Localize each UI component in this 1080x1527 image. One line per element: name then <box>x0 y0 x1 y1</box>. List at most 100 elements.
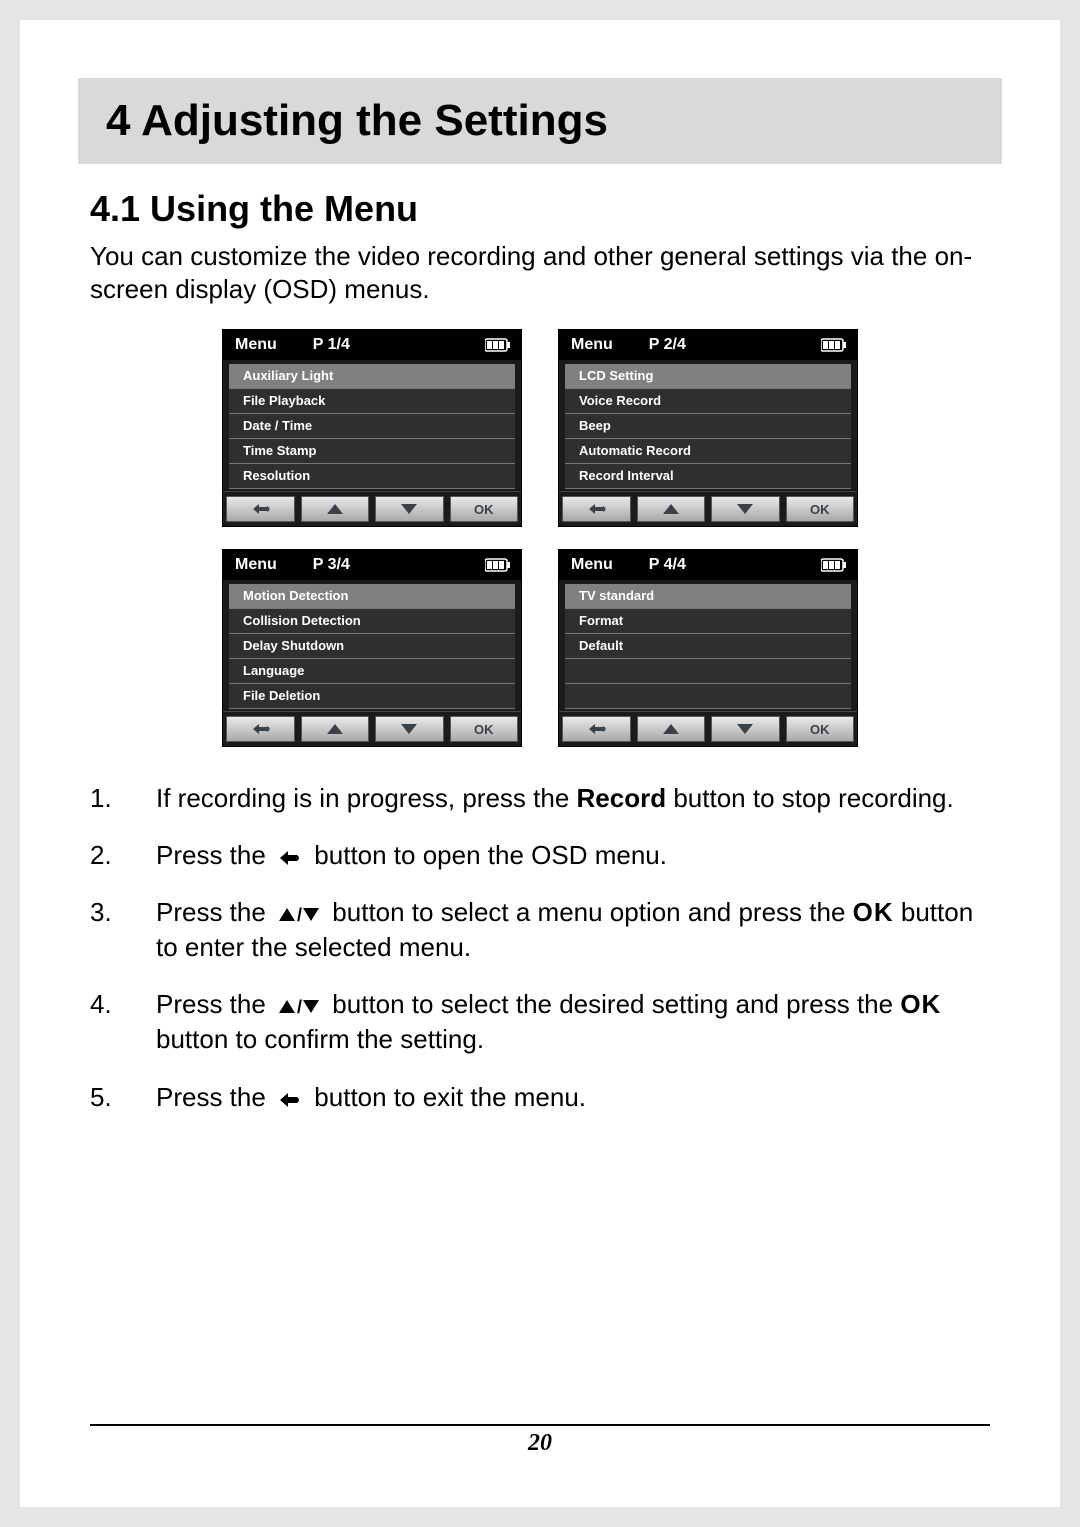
svg-text:/: / <box>297 906 302 924</box>
osd-page-indicator: P 3/4 <box>313 556 350 574</box>
page-number: 20 <box>528 1430 552 1456</box>
osd-item-default[interactable]: Default <box>565 634 851 659</box>
ok-label: OK <box>474 722 494 737</box>
osd-item-format[interactable]: Format <box>565 609 851 634</box>
back-arrow-icon <box>277 1091 303 1109</box>
battery-icon <box>485 338 511 352</box>
osd-header: Menu P 4/4 <box>559 550 857 580</box>
osd-item-delay-shutdown[interactable]: Delay Shutdown <box>229 634 515 659</box>
osd-footer: OK <box>223 491 521 526</box>
step-2: 2. Press the button to open the OSD menu… <box>90 838 990 873</box>
osd-item-file-deletion[interactable]: File Deletion <box>229 684 515 709</box>
osd-back-button[interactable] <box>562 496 631 522</box>
osd-item-automatic-record[interactable]: Automatic Record <box>565 439 851 464</box>
osd-item-lcd-setting[interactable]: LCD Setting <box>565 364 851 389</box>
step-5: 5. Press the button to exit the menu. <box>90 1080 990 1115</box>
chapter-title: 4 Adjusting the Settings <box>106 96 984 146</box>
osd-item-motion-detection[interactable]: Motion Detection <box>229 584 515 609</box>
step-3: 3. Press the / button to select a menu o… <box>90 895 990 965</box>
triangle-up-icon <box>662 723 680 735</box>
triangle-down-icon <box>736 723 754 735</box>
battery-icon <box>821 338 847 352</box>
triangle-down-icon <box>736 503 754 515</box>
triangle-down-icon <box>400 503 418 515</box>
osd-up-button[interactable] <box>301 716 370 742</box>
step-1: 1. If recording is in progress, press th… <box>90 781 990 816</box>
document-page: 4 Adjusting the Settings 4.1 Using the M… <box>20 20 1060 1507</box>
osd-footer: OK <box>559 491 857 526</box>
osd-menu-p3: Menu P 3/4 Motion Detection Collision De… <box>222 549 522 747</box>
osd-header: Menu P 1/4 <box>223 330 521 360</box>
osd-row-2: Menu P 3/4 Motion Detection Collision De… <box>222 549 858 747</box>
osd-ok-button[interactable]: OK <box>786 496 855 522</box>
osd-back-button[interactable] <box>562 716 631 742</box>
osd-page-indicator: P 2/4 <box>649 336 686 354</box>
osd-item-auxiliary-light[interactable]: Auxiliary Light <box>229 364 515 389</box>
osd-item-file-playback[interactable]: File Playback <box>229 389 515 414</box>
ok-label: OK <box>474 502 494 517</box>
osd-item-record-interval[interactable]: Record Interval <box>565 464 851 489</box>
osd-up-button[interactable] <box>637 496 706 522</box>
page-footer: 20 <box>90 1424 990 1457</box>
osd-list: Auxiliary Light File Playback Date / Tim… <box>223 360 521 491</box>
triangle-up-icon <box>326 723 344 735</box>
ok-icon: OK <box>853 897 894 927</box>
osd-item-collision-detection[interactable]: Collision Detection <box>229 609 515 634</box>
osd-menu-label: Menu <box>235 556 277 574</box>
osd-item-language[interactable]: Language <box>229 659 515 684</box>
osd-down-button[interactable] <box>375 716 444 742</box>
osd-menu-label: Menu <box>235 336 277 354</box>
osd-item-blank <box>565 659 851 684</box>
step-text: Press the button to open the OSD menu. <box>156 838 667 873</box>
battery-icon <box>821 558 847 572</box>
osd-item-resolution[interactable]: Resolution <box>229 464 515 489</box>
back-arrow-icon <box>277 849 303 867</box>
osd-menu-label: Menu <box>571 336 613 354</box>
triangle-down-icon <box>400 723 418 735</box>
osd-item-tv-standard[interactable]: TV standard <box>565 584 851 609</box>
osd-down-button[interactable] <box>375 496 444 522</box>
back-arrow-icon <box>250 502 270 516</box>
section-title: 4.1 Using the Menu <box>90 188 990 230</box>
osd-list: TV standard Format Default <box>559 580 857 711</box>
osd-down-button[interactable] <box>711 716 780 742</box>
intro-paragraph: You can customize the video recording an… <box>90 240 990 305</box>
osd-footer: OK <box>223 711 521 746</box>
step-text: Press the / button to select a menu opti… <box>156 895 990 965</box>
osd-ok-button[interactable]: OK <box>450 496 519 522</box>
triangle-up-down-icon: / <box>277 998 321 1016</box>
back-arrow-icon <box>586 722 606 736</box>
svg-text:/: / <box>297 998 302 1016</box>
step-text: If recording is in progress, press the R… <box>156 781 954 816</box>
osd-menu-p1: Menu P 1/4 Auxiliary Light File Playback… <box>222 329 522 527</box>
osd-down-button[interactable] <box>711 496 780 522</box>
osd-header: Menu P 2/4 <box>559 330 857 360</box>
chapter-heading-bar: 4 Adjusting the Settings <box>78 78 1002 164</box>
step-number: 5. <box>90 1080 130 1115</box>
osd-ok-button[interactable]: OK <box>786 716 855 742</box>
step-number: 1. <box>90 781 130 816</box>
back-arrow-icon <box>250 722 270 736</box>
osd-back-button[interactable] <box>226 716 295 742</box>
osd-item-time-stamp[interactable]: Time Stamp <box>229 439 515 464</box>
osd-back-button[interactable] <box>226 496 295 522</box>
triangle-up-down-icon: / <box>277 906 321 924</box>
step-number: 3. <box>90 895 130 965</box>
record-label: Record <box>577 783 667 813</box>
triangle-up-icon <box>662 503 680 515</box>
ok-icon: OK <box>900 989 941 1019</box>
osd-menu-p2: Menu P 2/4 LCD Setting Voice Record Beep… <box>558 329 858 527</box>
step-text: Press the button to exit the menu. <box>156 1080 586 1115</box>
osd-menu-p4: Menu P 4/4 TV standard Format Default <box>558 549 858 747</box>
osd-up-button[interactable] <box>637 716 706 742</box>
osd-menu-label: Menu <box>571 556 613 574</box>
osd-item-date-time[interactable]: Date / Time <box>229 414 515 439</box>
osd-ok-button[interactable]: OK <box>450 716 519 742</box>
osd-item-voice-record[interactable]: Voice Record <box>565 389 851 414</box>
osd-up-button[interactable] <box>301 496 370 522</box>
triangle-up-icon <box>326 503 344 515</box>
ok-label: OK <box>810 722 830 737</box>
osd-item-beep[interactable]: Beep <box>565 414 851 439</box>
battery-icon <box>485 558 511 572</box>
osd-page-indicator: P 4/4 <box>649 556 686 574</box>
